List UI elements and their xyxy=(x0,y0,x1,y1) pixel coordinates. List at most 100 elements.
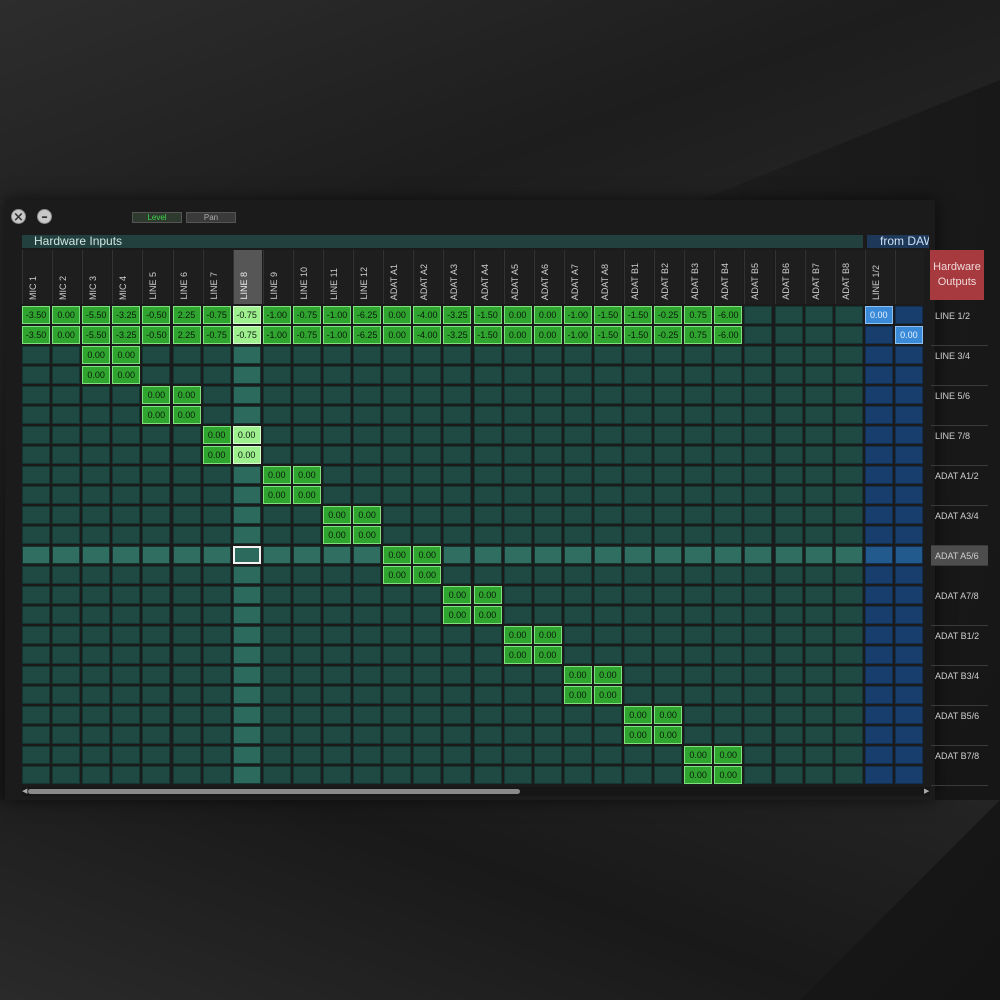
matrix-cell[interactable] xyxy=(262,606,291,624)
matrix-cell[interactable] xyxy=(443,406,472,424)
matrix-cell[interactable] xyxy=(834,386,863,404)
matrix-cell[interactable] xyxy=(563,706,592,724)
matrix-cell[interactable] xyxy=(864,606,893,624)
matrix-cell[interactable] xyxy=(834,626,863,644)
matrix-cell[interactable] xyxy=(473,446,502,464)
matrix-cell[interactable] xyxy=(22,686,50,704)
matrix-cell[interactable] xyxy=(533,386,562,404)
matrix-cell[interactable] xyxy=(684,386,713,404)
matrix-cell[interactable] xyxy=(744,346,773,364)
matrix-cell[interactable] xyxy=(22,486,50,504)
matrix-cell[interactable] xyxy=(22,646,50,664)
matrix-cell[interactable] xyxy=(473,506,502,524)
matrix-cell[interactable] xyxy=(864,626,893,644)
matrix-cell[interactable] xyxy=(864,366,893,384)
matrix-cell[interactable] xyxy=(473,566,502,584)
matrix-value-cell[interactable]: -0.75 xyxy=(292,306,321,324)
matrix-cell[interactable] xyxy=(834,526,863,544)
matrix-value-cell[interactable]: 0.00 xyxy=(593,666,622,684)
matrix-cell[interactable] xyxy=(624,586,652,604)
matrix-cell[interactable] xyxy=(172,566,201,584)
matrix-cell[interactable] xyxy=(82,526,111,544)
matrix-cell[interactable] xyxy=(563,466,592,484)
matrix-cell[interactable] xyxy=(52,606,81,624)
matrix-cell[interactable] xyxy=(714,726,743,744)
matrix-cell[interactable] xyxy=(112,386,141,404)
matrix-cell[interactable] xyxy=(82,426,111,444)
matrix-cell[interactable] xyxy=(323,366,351,384)
matrix-cell[interactable] xyxy=(714,566,743,584)
matrix-cell[interactable] xyxy=(503,566,532,584)
matrix-cell[interactable] xyxy=(82,566,111,584)
matrix-cell[interactable] xyxy=(503,746,532,764)
matrix-cell[interactable] xyxy=(52,586,81,604)
matrix-cell[interactable] xyxy=(624,666,652,684)
matrix-cell[interactable] xyxy=(232,466,261,484)
matrix-cell[interactable] xyxy=(413,686,442,704)
matrix-cell[interactable] xyxy=(473,366,502,384)
matrix-value-cell[interactable]: 0.00 xyxy=(533,326,562,344)
matrix-cell[interactable] xyxy=(142,606,171,624)
matrix-value-cell[interactable]: -1.00 xyxy=(262,326,291,344)
matrix-cell[interactable] xyxy=(894,766,923,784)
matrix-cell[interactable] xyxy=(262,406,291,424)
pan-mode-button[interactable]: Pan xyxy=(186,212,236,223)
matrix-cell[interactable] xyxy=(22,626,50,644)
matrix-cell[interactable] xyxy=(503,366,532,384)
matrix-cell[interactable] xyxy=(804,486,833,504)
matrix-cell[interactable] xyxy=(202,506,231,524)
matrix-cell[interactable] xyxy=(202,686,231,704)
matrix-cell[interactable] xyxy=(353,746,382,764)
matrix-value-cell[interactable]: 0.00 xyxy=(262,466,291,484)
matrix-cell[interactable] xyxy=(172,546,201,564)
matrix-cell[interactable] xyxy=(112,646,141,664)
matrix-cell[interactable] xyxy=(413,726,442,744)
matrix-cell[interactable] xyxy=(563,586,592,604)
matrix-cell[interactable] xyxy=(624,526,652,544)
matrix-cell[interactable] xyxy=(684,666,713,684)
matrix-cell[interactable] xyxy=(744,766,773,784)
matrix-cell[interactable] xyxy=(804,506,833,524)
matrix-cell[interactable] xyxy=(834,606,863,624)
matrix-cell[interactable] xyxy=(22,426,50,444)
matrix-cell[interactable] xyxy=(774,726,803,744)
matrix-value-cell[interactable]: 0.00 xyxy=(533,306,562,324)
matrix-cell[interactable] xyxy=(624,646,652,664)
matrix-cell[interactable] xyxy=(774,626,803,644)
matrix-cell[interactable] xyxy=(262,726,291,744)
matrix-value-cell[interactable]: -6.25 xyxy=(353,306,382,324)
matrix-cell[interactable] xyxy=(804,746,833,764)
matrix-cell[interactable] xyxy=(744,706,773,724)
matrix-value-cell[interactable]: -3.25 xyxy=(112,326,141,344)
matrix-cell[interactable] xyxy=(804,666,833,684)
matrix-cell[interactable] xyxy=(503,526,532,544)
matrix-cell[interactable] xyxy=(503,486,532,504)
matrix-cell[interactable] xyxy=(894,506,923,524)
matrix-cell[interactable] xyxy=(202,406,231,424)
matrix-cell[interactable] xyxy=(804,706,833,724)
matrix-cell[interactable] xyxy=(112,466,141,484)
matrix-cell[interactable] xyxy=(413,486,442,504)
matrix-cell[interactable] xyxy=(22,506,50,524)
matrix-cell[interactable] xyxy=(202,566,231,584)
matrix-cell[interactable] xyxy=(112,546,141,564)
matrix-cell[interactable] xyxy=(654,646,683,664)
matrix-cell[interactable] xyxy=(744,566,773,584)
matrix-cell[interactable] xyxy=(52,566,81,584)
matrix-cell[interactable] xyxy=(593,606,622,624)
matrix-cell[interactable] xyxy=(172,626,201,644)
matrix-cell[interactable] xyxy=(593,646,622,664)
matrix-cell[interactable] xyxy=(202,526,231,544)
matrix-cell[interactable] xyxy=(323,746,351,764)
matrix-cell[interactable] xyxy=(503,606,532,624)
matrix-cell[interactable] xyxy=(533,666,562,684)
matrix-cell[interactable] xyxy=(172,606,201,624)
matrix-cell[interactable] xyxy=(413,466,442,484)
close-icon[interactable]: × xyxy=(11,209,26,225)
matrix-cell[interactable] xyxy=(804,346,833,364)
matrix-cell[interactable] xyxy=(533,426,562,444)
matrix-cell[interactable] xyxy=(473,666,502,684)
matrix-cell[interactable] xyxy=(894,566,923,584)
matrix-cell[interactable] xyxy=(82,766,111,784)
matrix-cell[interactable] xyxy=(624,426,652,444)
